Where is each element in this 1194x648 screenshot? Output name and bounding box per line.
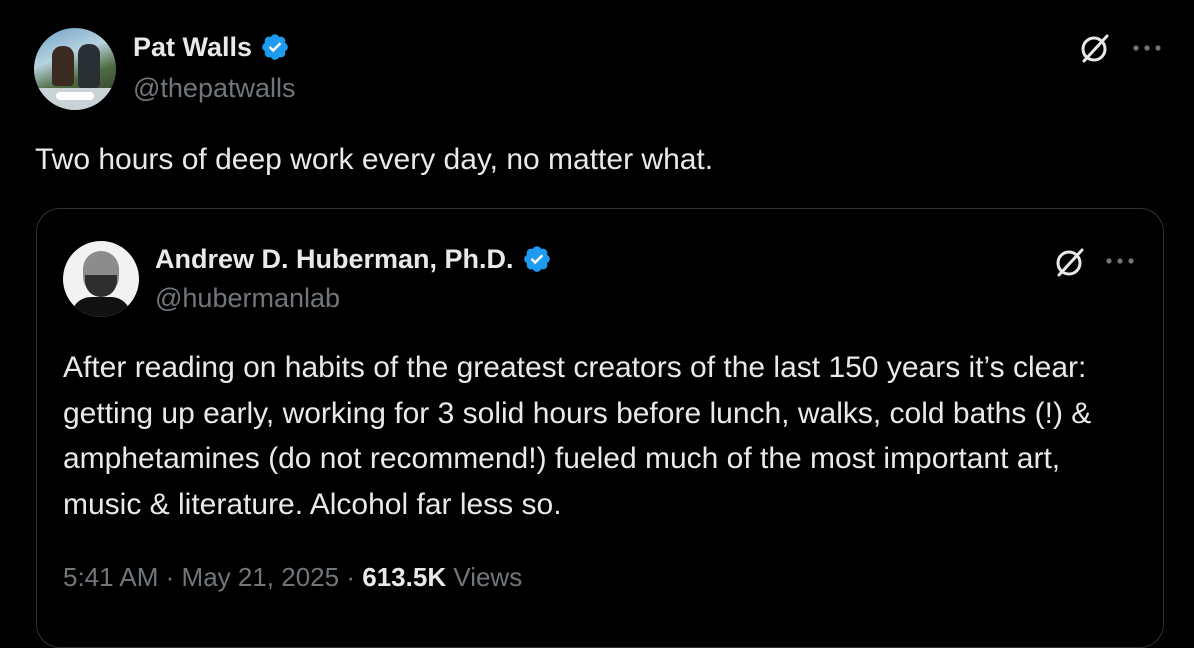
grok-icon[interactable] [1078,31,1112,65]
more-icon[interactable] [1103,251,1137,271]
verified-badge-icon [523,246,550,272]
author-display-name[interactable]: Pat Walls [133,31,252,63]
author-name-row[interactable]: Pat Walls [133,31,290,63]
meta-separator: · [346,562,356,592]
author-avatar[interactable] [34,28,116,110]
quoted-author-handle[interactable]: @hubermanlab [155,282,340,314]
meta-separator: · [165,562,175,592]
more-icon[interactable] [1130,38,1164,58]
views-label: Views [453,562,523,592]
tweet-time[interactable]: 5:41 AM [63,562,158,592]
views-count[interactable]: 613.5K [362,562,446,592]
tweet-metadata: 5:41 AM · May 21, 2025 · 613.5K Views [63,561,522,593]
tweet-date[interactable]: May 21, 2025 [182,562,340,592]
quoted-tweet-text: After reading on habits of the greatest … [63,351,1092,521]
quoted-tweet-card[interactable]: Andrew D. Huberman, Ph.D. @hubermanlab A… [36,208,1164,648]
quoted-author-avatar[interactable] [63,241,139,317]
grok-icon[interactable] [1053,245,1087,279]
quoted-author-name-row[interactable]: Andrew D. Huberman, Ph.D. [155,243,552,275]
quoted-author-display-name[interactable]: Andrew D. Huberman, Ph.D. [155,243,514,275]
tweet-text: Two hours of deep work every day, no mat… [35,143,714,176]
tweet: Pat Walls @thepatwalls Two hours of deep… [0,0,1194,648]
verified-badge-icon [262,34,288,60]
author-handle[interactable]: @thepatwalls [133,72,296,104]
